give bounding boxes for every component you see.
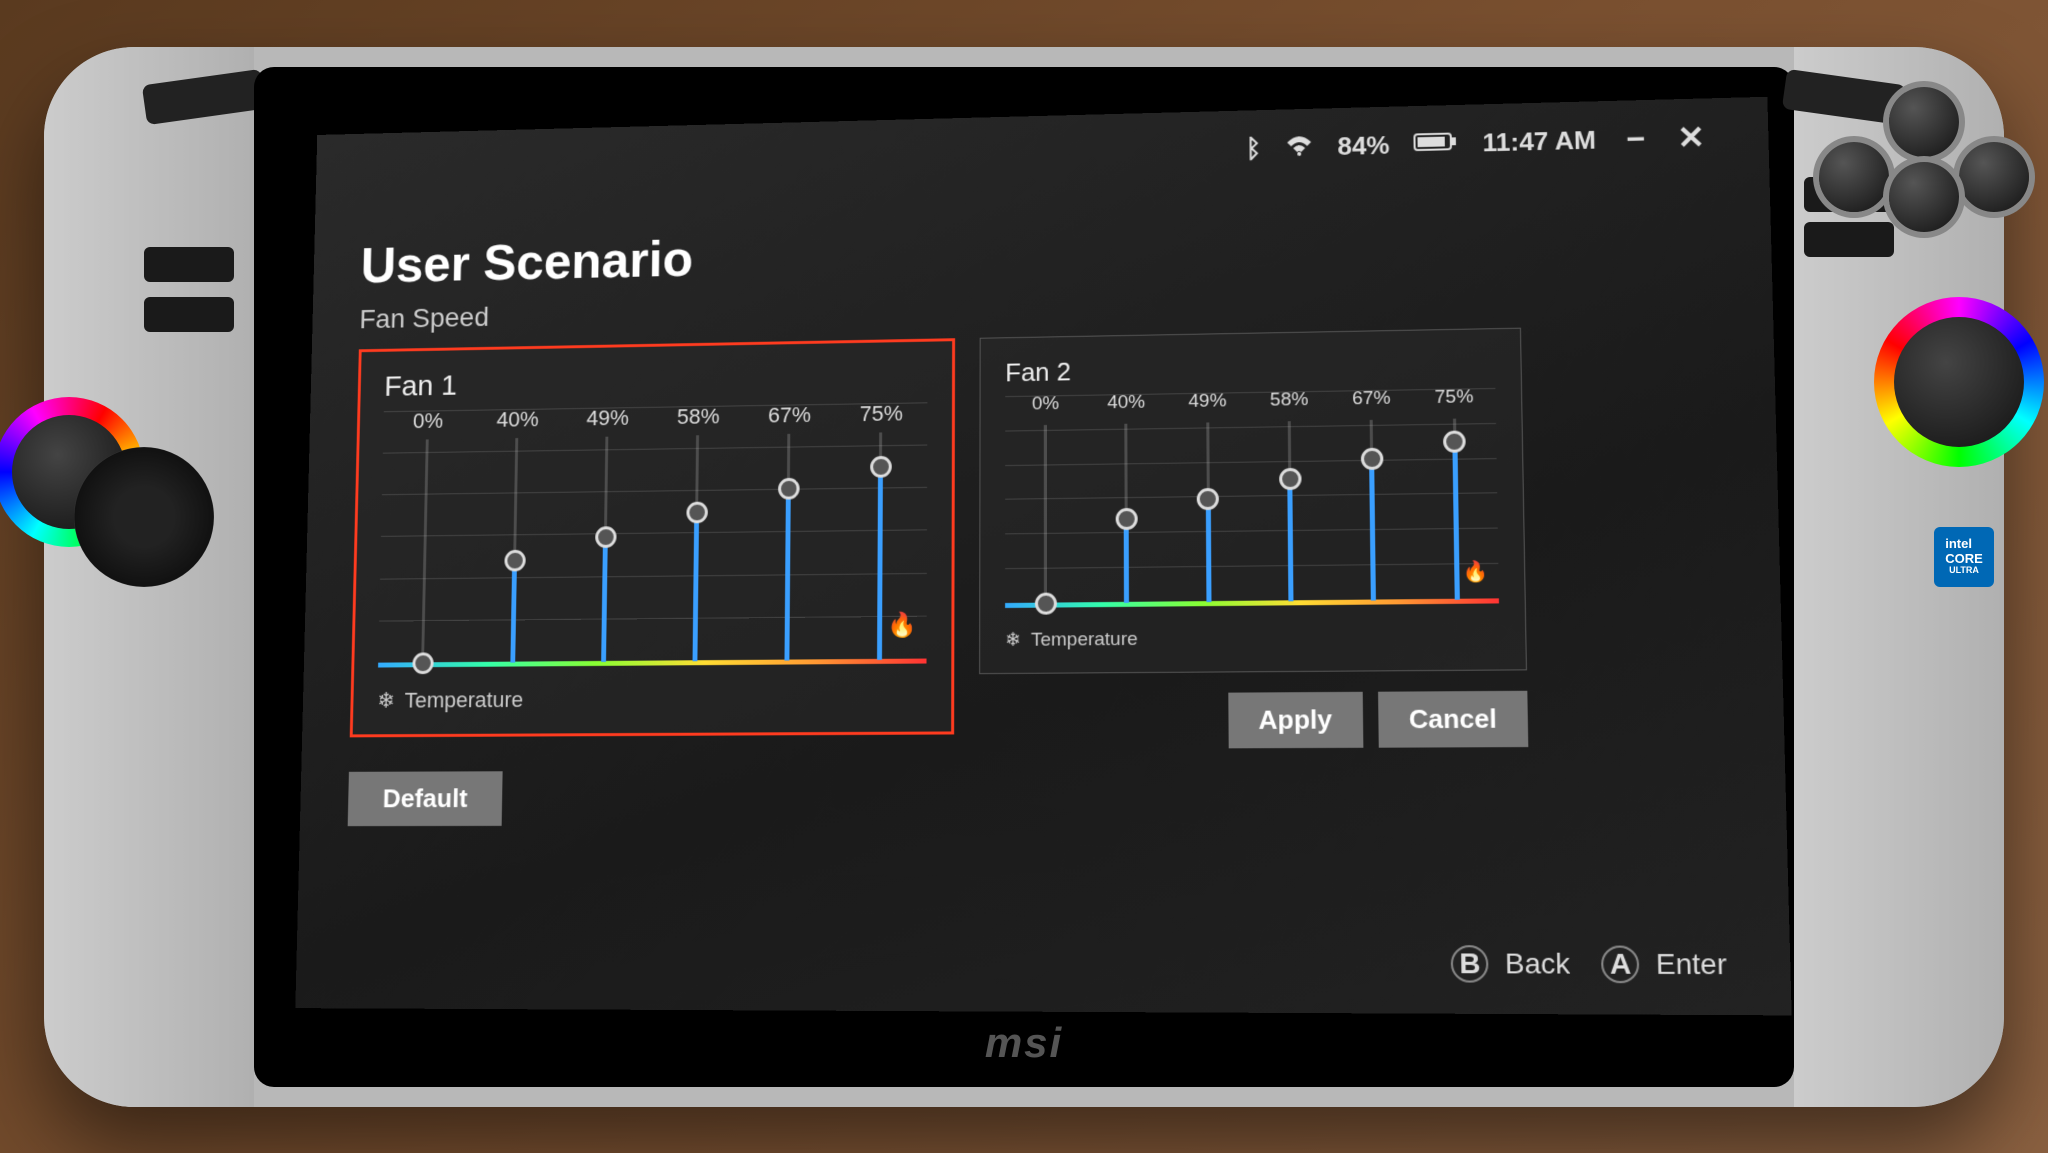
slider-value-label: 40%	[496, 406, 539, 432]
fan2-slider-5[interactable]: 67%	[1337, 389, 1409, 600]
status-bar: ᛒ 84% 11:47 AM − ✕	[1246, 118, 1707, 167]
view-button[interactable]	[144, 247, 234, 282]
fan1-slider-3[interactable]: 49%	[566, 406, 646, 661]
slider-value-label: 67%	[1352, 387, 1391, 410]
fan1-panel[interactable]: Fan 1 🔥 0%	[350, 338, 955, 737]
intel-badge: intelCOREULTRA	[1934, 527, 1994, 587]
fan1-slider-5[interactable]: 67%	[749, 403, 828, 660]
fan2-slider-2[interactable]: 40%	[1092, 393, 1161, 603]
action-buttons: Apply Cancel	[979, 690, 1528, 749]
slider-value-label: 49%	[586, 405, 629, 431]
battery-percent: 84%	[1337, 129, 1390, 161]
close-button[interactable]: ✕	[1675, 118, 1707, 156]
fan1-slider-area: 🔥 0% 40%	[378, 402, 928, 683]
slider-value-label: 0%	[413, 408, 444, 434]
a-key-icon: A	[1601, 945, 1640, 983]
left-shoulder-button[interactable]	[142, 68, 266, 124]
b-button[interactable]	[1959, 142, 2029, 212]
apply-button[interactable]: Apply	[1228, 691, 1363, 748]
face-buttons	[1824, 87, 2024, 287]
fan2-slider-3[interactable]: 49%	[1173, 392, 1243, 602]
default-button[interactable]: Default	[348, 771, 503, 826]
x-button[interactable]	[1819, 142, 1889, 212]
bluetooth-icon: ᛒ	[1246, 132, 1262, 163]
left-grip	[44, 47, 254, 1107]
slider-value-label: 58%	[1270, 389, 1309, 411]
fan2-slider-1[interactable]: 0%	[1012, 394, 1080, 603]
screen-bezel: ᛒ 84% 11:47 AM − ✕ User Scenario Fan Spe…	[254, 67, 1794, 1087]
dpad[interactable]	[74, 447, 214, 587]
slider-value-label: 58%	[677, 403, 720, 429]
slider-value-label: 75%	[1434, 386, 1473, 409]
fan1-slider-6[interactable]: 75%	[841, 402, 920, 660]
fan1-slider-4[interactable]: 58%	[657, 405, 737, 661]
slider-value-label: 67%	[768, 402, 811, 428]
hint-enter: A Enter	[1601, 945, 1727, 983]
fan1-title: Fan 1	[384, 361, 928, 403]
right-analog-stick[interactable]	[1874, 297, 2044, 467]
fan1-slider-2[interactable]: 40%	[475, 408, 555, 662]
a-button[interactable]	[1889, 162, 1959, 232]
right-grip: intelCOREULTRA	[1794, 47, 2004, 1107]
menu-button[interactable]	[144, 297, 234, 332]
fan2-title: Fan 2	[1005, 349, 1495, 388]
handheld-device: ᛒ 84% 11:47 AM − ✕ User Scenario Fan Spe…	[44, 47, 2004, 1107]
hint-bar: B Back A Enter	[1451, 945, 1727, 983]
fan-panels: Fan 1 🔥 0%	[349, 323, 1731, 751]
y-button[interactable]	[1889, 87, 1959, 157]
brand-logo: msi	[985, 1019, 1063, 1067]
slider-value-label: 75%	[860, 400, 903, 426]
fan2-panel[interactable]: Fan 2 🔥 0%	[979, 327, 1527, 673]
screen: ᛒ 84% 11:47 AM − ✕ User Scenario Fan Spe…	[295, 96, 1791, 1015]
fan2-footer: ❄ Temperature	[1005, 624, 1500, 651]
axis-label: Temperature	[1031, 628, 1138, 651]
fan2-slider-area: 🔥 0% 40%	[1005, 387, 1499, 623]
hint-back: B Back	[1451, 945, 1571, 983]
slider-value-label: 40%	[1107, 391, 1145, 413]
battery-icon	[1414, 127, 1459, 158]
slider-value-label: 49%	[1188, 390, 1226, 412]
clock: 11:47 AM	[1482, 124, 1596, 157]
slider-value-label: 0%	[1032, 393, 1059, 415]
fan2-slider-6[interactable]: 75%	[1419, 388, 1492, 600]
b-key-icon: B	[1451, 945, 1489, 983]
cancel-button[interactable]: Cancel	[1378, 690, 1529, 747]
fan1-slider-1[interactable]: 0%	[385, 409, 466, 663]
snowflake-icon: ❄	[1005, 628, 1021, 651]
axis-label: Temperature	[404, 687, 523, 713]
fan2-slider-4[interactable]: 58%	[1255, 390, 1326, 601]
fan1-footer: ❄ Temperature	[377, 684, 926, 713]
minimize-button[interactable]: −	[1620, 120, 1651, 157]
snowflake-icon: ❄	[377, 687, 395, 713]
wifi-icon	[1285, 131, 1313, 162]
